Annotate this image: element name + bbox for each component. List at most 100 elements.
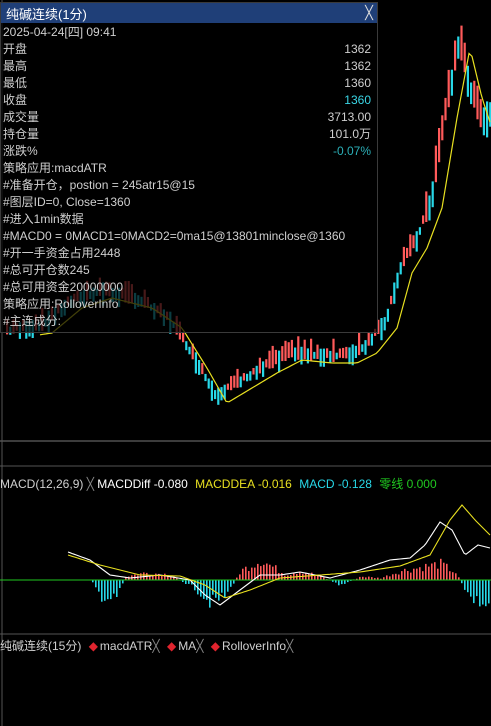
candle: [399, 262, 402, 275]
macd-bar: [416, 568, 418, 580]
close-icon[interactable]: ╳: [152, 639, 159, 653]
candle: [319, 348, 322, 367]
candle: [466, 65, 469, 97]
close-icon[interactable]: ╳: [87, 477, 94, 491]
high-label: 最高: [3, 59, 28, 73]
macd-bar: [107, 580, 109, 600]
log-text: #准备开仓，postion = 245atr15@15: [3, 178, 195, 192]
data-info-panel[interactable]: 纯碱连续(1分) ╳ 2025-04-24[四] 09:41 开盘 1362 最…: [0, 2, 378, 333]
candle: [258, 357, 261, 374]
macd-bar: [443, 562, 445, 580]
macd-bar: [344, 580, 346, 584]
macd-bar: [488, 580, 490, 604]
candle: [338, 348, 341, 358]
candle: [310, 338, 313, 361]
macd-bar: [338, 580, 340, 586]
low-label: 最低: [3, 76, 28, 90]
macd-bar: [110, 580, 112, 600]
macd-bar: [440, 558, 442, 580]
macd-bar: [224, 580, 226, 599]
candle: [418, 227, 421, 235]
macd-bar: [221, 580, 223, 593]
info-title-bar[interactable]: 纯碱连续(1分) ╳: [1, 3, 377, 23]
tab-rolloverinfo[interactable]: RolloverInfo: [222, 639, 286, 653]
macd-bar: [122, 580, 124, 584]
low-row: 最低 1360: [3, 75, 377, 92]
macd-bar: [449, 571, 451, 580]
open-interest-label: 持仓量: [3, 127, 40, 141]
change-value: -0.07%: [332, 144, 371, 158]
macd-bar: [101, 580, 103, 602]
macd-bar: [434, 562, 436, 580]
candle: [322, 348, 325, 367]
macd-bar: [239, 574, 241, 580]
macd-value: -0.128: [337, 477, 372, 491]
candle: [470, 82, 473, 105]
macd-bar: [413, 568, 415, 580]
zero-line-value: 0.000: [406, 477, 437, 491]
candle: [201, 363, 204, 375]
log-text: #开一手资金占用2448: [3, 246, 121, 260]
candle: [354, 345, 357, 358]
volume-label: 成交量: [3, 110, 40, 124]
macd-diff-line: [67, 521, 491, 606]
log-line: #图层ID=0, Close=1360: [3, 194, 377, 211]
candle: [239, 376, 242, 388]
macd-bar: [188, 580, 190, 584]
log-text: #总可开仓数245: [3, 263, 90, 277]
macd-bar: [431, 563, 433, 580]
macd-bar: [116, 580, 118, 597]
candle: [396, 272, 399, 289]
close-icon[interactable]: ╳: [196, 639, 203, 653]
macd-indicator-name[interactable]: MACD(12,26,9): [0, 477, 83, 491]
candle: [361, 344, 364, 352]
change-row: 涨跌% -0.07%: [3, 143, 377, 160]
log-text: #总可用资金20000000: [3, 280, 124, 294]
tab-ma[interactable]: MA: [178, 639, 196, 653]
candle: [348, 347, 351, 365]
macd-bar: [386, 575, 388, 580]
candle: [246, 373, 249, 382]
macd-bar: [482, 580, 484, 605]
log-line: 策略应用:macdATR: [3, 160, 377, 177]
macd-bar: [401, 571, 403, 580]
macd-bar: [113, 580, 115, 594]
candle: [294, 347, 297, 362]
candle: [434, 145, 437, 183]
tab-macdatr[interactable]: macdATR: [100, 639, 152, 653]
macd-bar: [425, 563, 427, 580]
candle: [358, 333, 361, 356]
source-label[interactable]: 纯碱连续(15分): [0, 639, 81, 653]
macd-bar: [275, 565, 277, 580]
macd-bar: [479, 580, 481, 607]
close-icon[interactable]: ╳: [365, 5, 373, 21]
close-icon[interactable]: ╳: [286, 639, 293, 653]
volume-value: 3713.00: [327, 110, 371, 124]
candle: [476, 85, 479, 120]
candle: [274, 349, 277, 365]
macd-bar: [404, 568, 406, 580]
candle: [415, 231, 418, 252]
candle: [370, 333, 373, 346]
candle: [486, 101, 489, 138]
macd-bar: [452, 572, 454, 580]
macd-bar: [272, 566, 274, 580]
zero-line-label: 零线: [379, 477, 404, 491]
log-line: #开一手资金占用2448: [3, 245, 377, 262]
macd-bar: [389, 576, 391, 580]
candle: [380, 318, 383, 341]
info-title: 纯碱连续(1分): [6, 6, 87, 22]
candle: [335, 352, 338, 360]
macd-bar: [476, 580, 478, 597]
macd-bar: [473, 580, 475, 604]
macd-bar: [269, 564, 271, 580]
candle: [447, 69, 450, 108]
macd-bar: [398, 574, 400, 580]
candle: [242, 373, 245, 381]
candle: [383, 317, 386, 331]
candle: [367, 332, 370, 346]
macd-bar: [203, 580, 205, 599]
macd-bar: [185, 580, 187, 584]
macd-bar: [260, 566, 262, 580]
log-text: 策略应用:macdATR: [3, 161, 107, 175]
